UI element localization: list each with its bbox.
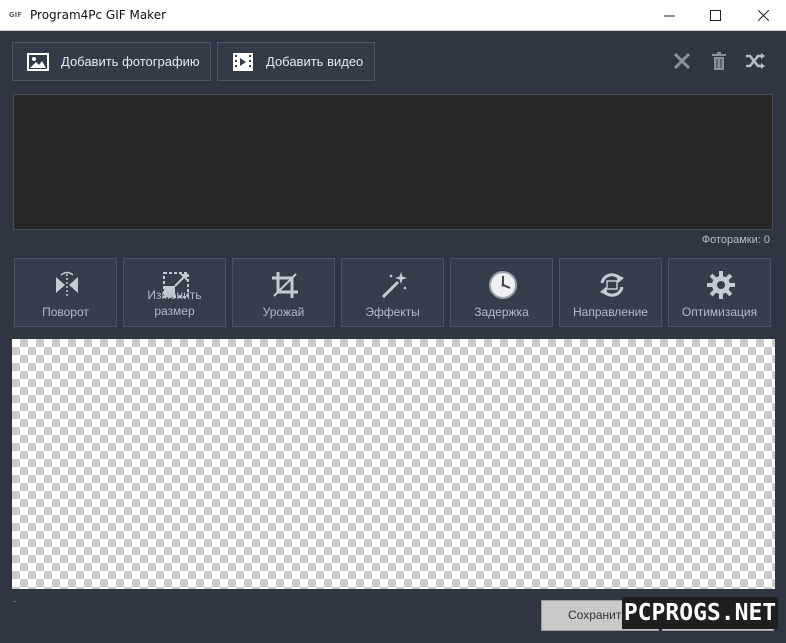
image-icon	[27, 52, 49, 71]
tool-optimize-button[interactable]: Оптимизация	[668, 258, 771, 327]
shuffle-button[interactable]	[745, 51, 765, 71]
maximize-icon	[709, 10, 721, 21]
tool-label: Эффекты	[365, 305, 420, 319]
tool-crop-button[interactable]: Урожай	[232, 258, 335, 327]
close-button[interactable]	[740, 0, 786, 31]
tool-effects-button[interactable]: Эффекты	[341, 258, 444, 327]
trash-icon	[712, 52, 726, 70]
film-icon	[233, 52, 253, 71]
window-title: Program4Pc GIF Maker	[30, 8, 167, 22]
title-bar: GIF Program4Pc GIF Maker	[0, 0, 786, 31]
direction-icon	[596, 269, 628, 301]
rotate-flip-icon	[51, 269, 83, 301]
x-icon	[673, 52, 691, 70]
tool-label: Урожай	[262, 305, 305, 319]
watermark-logo: PCPROGS.NET	[622, 597, 778, 629]
frames-strip[interactable]	[13, 94, 773, 230]
add-video-label: Добавить видео	[266, 54, 364, 69]
clock-icon	[487, 269, 519, 301]
tool-resize-button[interactable]: Изменить размер	[123, 258, 226, 327]
frames-count: Фоторамки: 0	[701, 234, 770, 246]
gear-icon	[705, 269, 737, 301]
maximize-button[interactable]	[692, 0, 738, 31]
magic-wand-icon	[378, 269, 410, 301]
crop-icon	[269, 269, 301, 301]
tool-label: Изменить размер	[147, 288, 202, 318]
status-bar	[55, 636, 295, 643]
add-video-button[interactable]: Добавить видео	[217, 42, 375, 81]
remove-button[interactable]	[672, 51, 692, 71]
tool-label: Задержка	[474, 305, 529, 319]
tool-direction-button[interactable]: Направление	[559, 258, 662, 327]
tool-label: Поворот	[42, 305, 89, 319]
delete-button[interactable]	[709, 51, 729, 71]
tool-delay-button[interactable]: Задержка	[450, 258, 553, 327]
tool-label: Направление	[573, 305, 648, 319]
app-icon: GIF	[8, 11, 23, 19]
tool-label: Оптимизация	[681, 305, 758, 319]
preview-canvas[interactable]	[12, 339, 775, 589]
tool-rotate-button[interactable]: Поворот	[14, 258, 117, 327]
minimize-button[interactable]	[646, 0, 692, 31]
minimize-icon	[663, 15, 675, 17]
status-mark: -	[13, 596, 16, 606]
add-photo-button[interactable]: Добавить фотографию	[12, 42, 211, 81]
shuffle-icon	[746, 53, 765, 69]
close-icon	[757, 10, 769, 21]
add-photo-label: Добавить фотографию	[61, 54, 200, 69]
